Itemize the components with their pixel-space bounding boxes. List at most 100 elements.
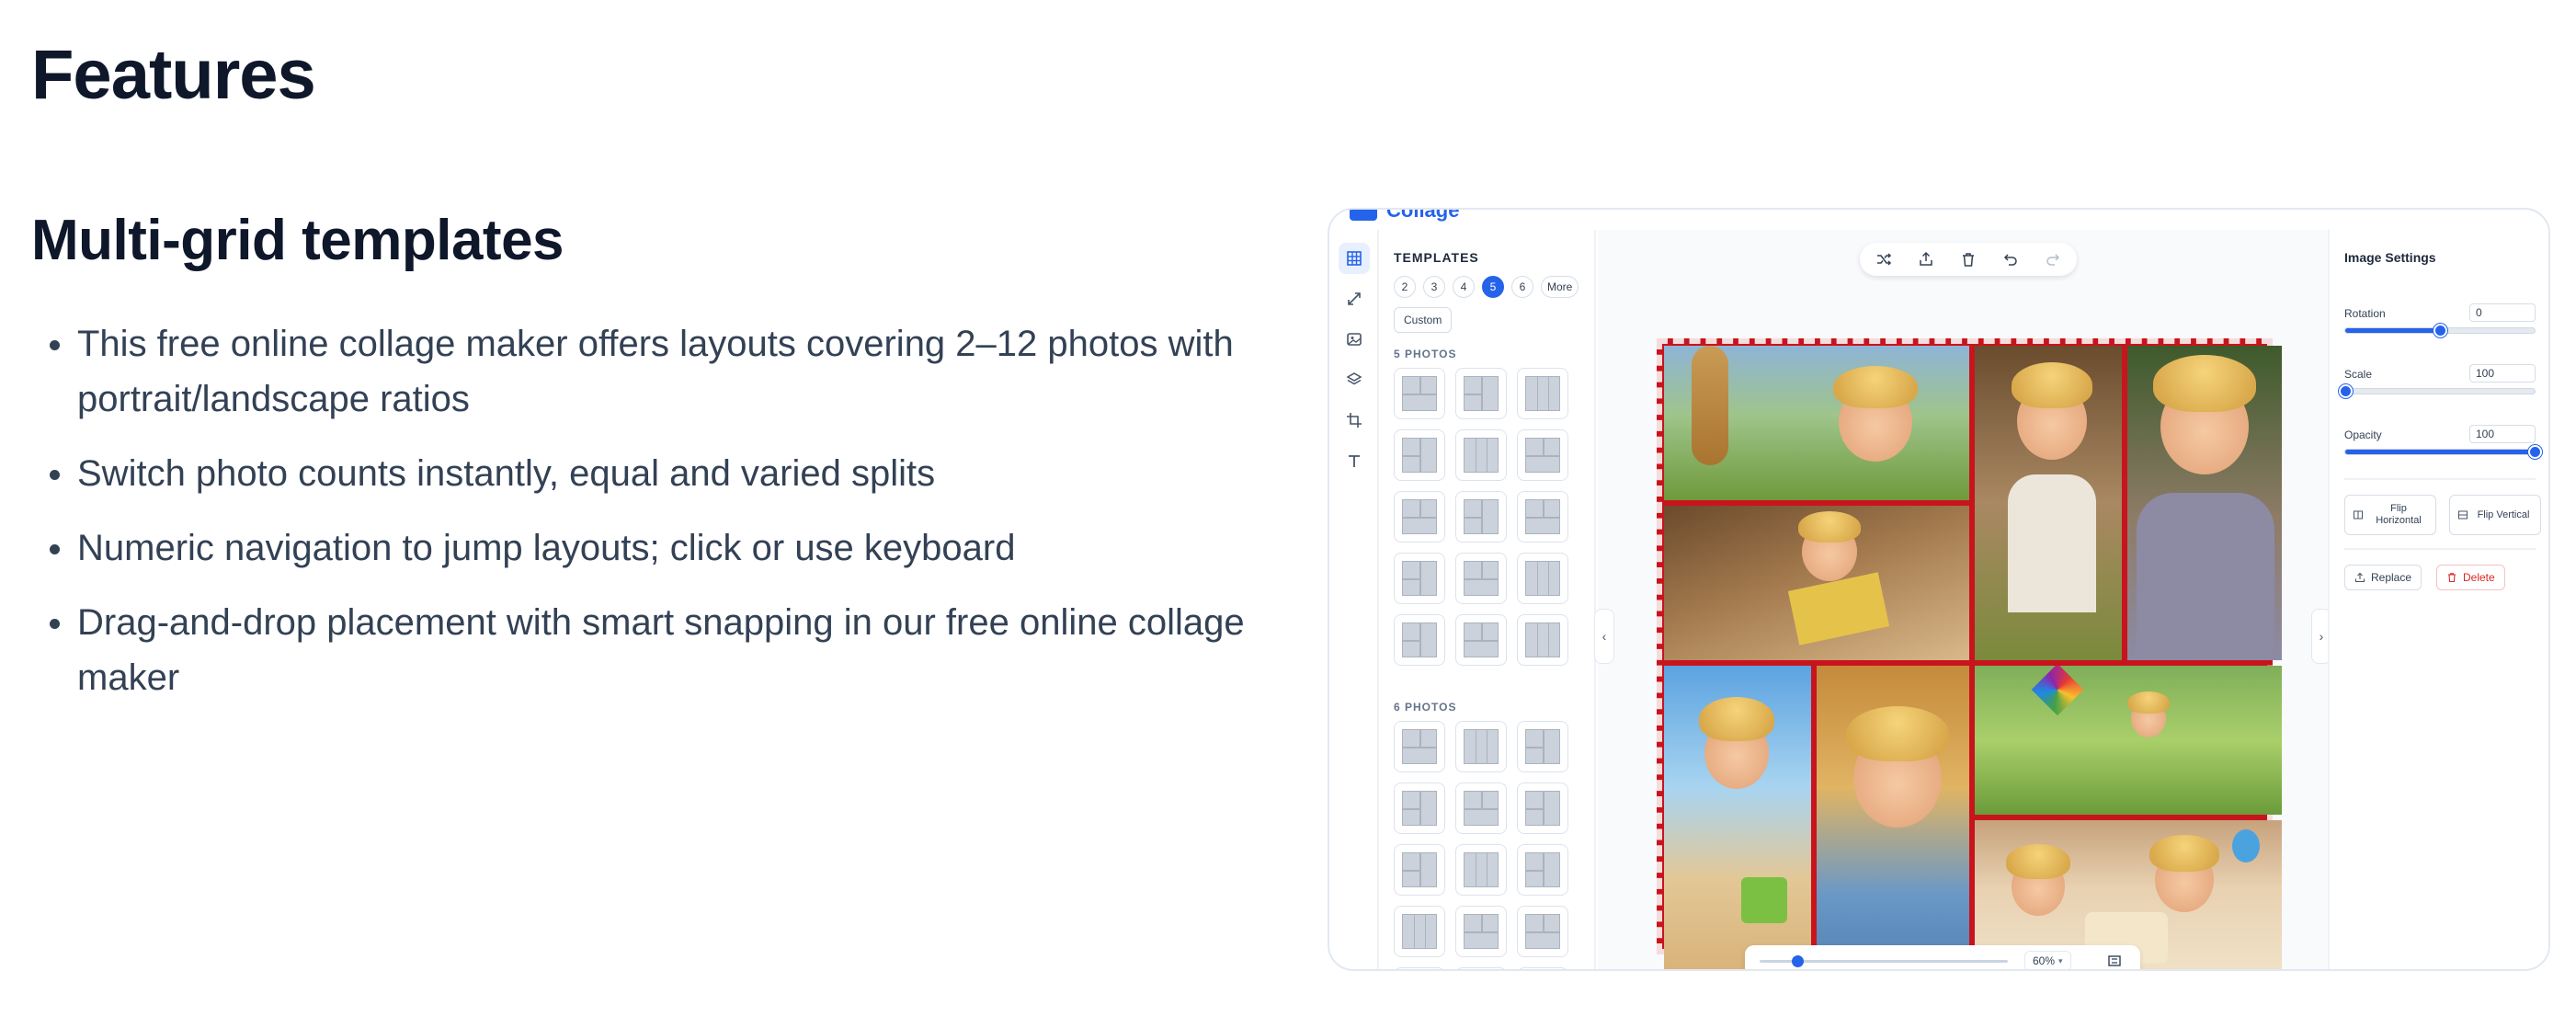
zoom-dropdown[interactable]: 60% ▾	[2024, 951, 2071, 969]
image-settings-panel: Image Settings Rotation 0 Scale 100 Opac…	[2328, 230, 2548, 969]
template-thumbnail[interactable]	[1394, 491, 1445, 543]
layers-icon[interactable]	[1339, 364, 1370, 395]
template-thumbnail[interactable]	[1394, 614, 1445, 666]
features-list: This free online collage maker offers la…	[31, 316, 1263, 725]
collage-photo[interactable]	[1817, 666, 1969, 969]
collage-photo[interactable]	[1664, 506, 1969, 660]
trash-icon	[2448, 573, 2456, 583]
template-thumbnail[interactable]	[1394, 368, 1445, 419]
redo-icon[interactable]	[2038, 246, 2068, 272]
flip-horizontal-label: Flip Horizontal	[2376, 503, 2422, 526]
collapse-left-panel-button[interactable]: ‹	[1594, 609, 1614, 664]
template-thumbnail[interactable]	[1455, 553, 1507, 604]
templates-panel: TEMPLATES 2 3 4 5 6 More Custom 5 PHOTOS	[1381, 230, 1596, 969]
collage-photo[interactable]	[1975, 346, 2122, 660]
template-thumbnail[interactable]	[1455, 491, 1507, 543]
upload-icon	[2354, 572, 2365, 583]
settings-title: Image Settings	[2344, 250, 2436, 265]
opacity-input[interactable]: 100	[2469, 425, 2536, 443]
section-title: Multi-grid templates	[31, 209, 564, 272]
rotation-input[interactable]: 0	[2469, 303, 2536, 322]
scale-slider[interactable]	[2339, 384, 2536, 398]
template-thumbnail[interactable]	[1394, 967, 1445, 969]
template-thumbnail[interactable]	[1455, 844, 1507, 896]
delete-button[interactable]: Delete	[2436, 565, 2505, 590]
opacity-label: Opacity	[2344, 428, 2382, 441]
fit-to-screen-icon[interactable]	[2103, 951, 2126, 969]
resize-icon[interactable]	[1339, 283, 1370, 314]
template-thumbnail[interactable]	[1394, 553, 1445, 604]
template-thumbnail[interactable]	[1394, 429, 1445, 481]
count-3-button[interactable]: 3	[1423, 276, 1445, 298]
text-icon[interactable]	[1339, 445, 1370, 476]
logo-icon	[1350, 210, 1377, 221]
feature-item: This free online collage maker offers la…	[31, 316, 1263, 427]
template-thumbnail[interactable]	[1517, 967, 1568, 969]
template-thumbnail[interactable]	[1517, 721, 1568, 772]
count-5-button[interactable]: 5	[1482, 276, 1504, 298]
template-thumbnail[interactable]	[1394, 782, 1445, 834]
flip-vertical-button[interactable]: Flip Vertical	[2449, 495, 2541, 535]
template-thumbnail[interactable]	[1455, 429, 1507, 481]
template-thumbnail[interactable]	[1455, 782, 1507, 834]
count-2-button[interactable]: 2	[1394, 276, 1416, 298]
custom-layout-button[interactable]: Custom	[1394, 307, 1453, 333]
template-thumbnail[interactable]	[1517, 368, 1568, 419]
collage-photo[interactable]	[1664, 346, 1969, 500]
count-4-button[interactable]: 4	[1453, 276, 1475, 298]
undo-icon[interactable]	[1996, 246, 2025, 272]
scale-input[interactable]: 100	[2469, 364, 2536, 383]
export-icon[interactable]	[1911, 246, 1941, 272]
opacity-slider-handle[interactable]	[2528, 445, 2542, 459]
flip-horizontal-button[interactable]: Flip Horizontal	[2344, 495, 2436, 535]
rotation-slider[interactable]	[2344, 324, 2536, 337]
count-6-button[interactable]: 6	[1511, 276, 1533, 298]
opacity-slider-fill	[2345, 450, 2535, 454]
template-thumbnail[interactable]	[1394, 906, 1445, 957]
more-counts-button[interactable]: More	[1541, 276, 1579, 298]
chevron-down-icon: ▾	[2058, 955, 2063, 965]
template-thumbnail[interactable]	[1517, 906, 1568, 957]
logo-text: Collage	[1386, 208, 1460, 222]
grid-icon[interactable]	[1339, 243, 1370, 274]
template-grid-6	[1394, 721, 1568, 969]
template-thumbnail[interactable]	[1517, 553, 1568, 604]
shuffle-icon[interactable]	[1869, 246, 1898, 272]
group-heading-5-photos: 5 PHOTOS	[1394, 348, 1457, 360]
replace-button[interactable]: Replace	[2344, 565, 2422, 590]
template-thumbnail[interactable]	[1394, 844, 1445, 896]
app-screenshot: Collage TEMPLATES 2 3 4 5 6 More Custom …	[1328, 208, 2550, 971]
rotation-slider-handle[interactable]	[2434, 324, 2447, 337]
template-thumbnail[interactable]	[1517, 844, 1568, 896]
collage-canvas[interactable]	[1657, 338, 2282, 969]
template-thumbnail[interactable]	[1517, 782, 1568, 834]
template-grid-5	[1394, 368, 1568, 666]
image-actions: Replace Delete	[2344, 565, 2536, 590]
opacity-slider[interactable]	[2344, 445, 2542, 459]
collage-photo[interactable]	[2127, 346, 2282, 660]
template-thumbnail[interactable]	[1517, 429, 1568, 481]
zoom-slider-handle[interactable]	[1791, 955, 1804, 967]
flip-vertical-label: Flip Vertical	[2477, 508, 2530, 520]
page-title: Features	[31, 36, 316, 114]
collage-photo[interactable]	[1975, 666, 2282, 815]
canvas-toolbar	[1860, 243, 2077, 276]
feature-item: Drag-and-drop placement with smart snapp…	[31, 595, 1263, 705]
template-thumbnail[interactable]	[1517, 491, 1568, 543]
scale-slider-handle[interactable]	[2339, 384, 2353, 398]
flip-vertical-icon	[2458, 510, 2468, 520]
template-thumbnail[interactable]	[1455, 368, 1507, 419]
image-icon[interactable]	[1339, 324, 1370, 355]
template-thumbnail[interactable]	[1517, 614, 1568, 666]
template-thumbnail[interactable]	[1394, 721, 1445, 772]
divider	[2344, 478, 2536, 480]
collage-photo[interactable]	[1664, 666, 1811, 969]
template-thumbnail[interactable]	[1455, 967, 1507, 969]
trash-icon[interactable]	[1954, 246, 1983, 272]
template-thumbnail[interactable]	[1455, 721, 1507, 772]
rotation-label: Rotation	[2344, 307, 2386, 320]
crop-icon[interactable]	[1339, 405, 1370, 436]
template-thumbnail[interactable]	[1455, 906, 1507, 957]
icon-rail	[1329, 230, 1379, 969]
template-thumbnail[interactable]	[1455, 614, 1507, 666]
